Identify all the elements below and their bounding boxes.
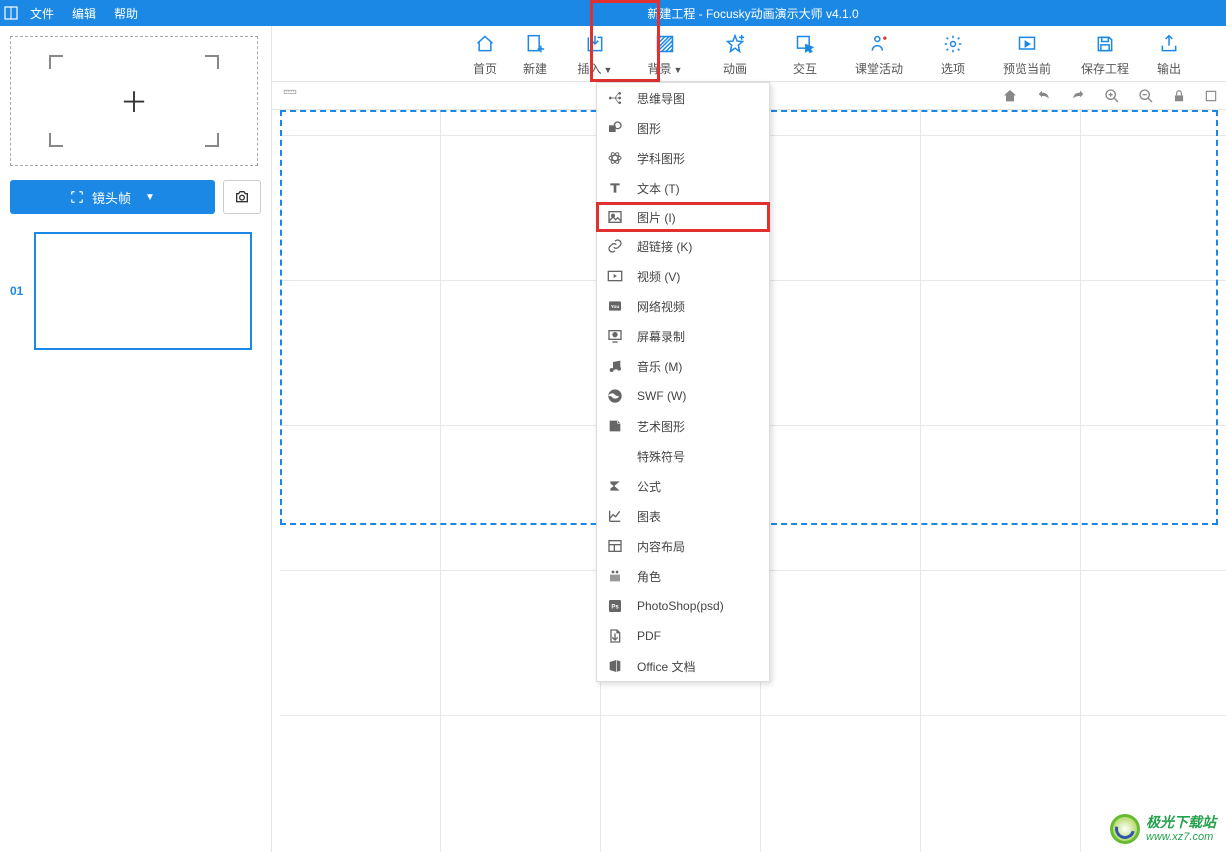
dropdown-image[interactable]: 图片 (I) <box>596 202 770 232</box>
ruler-icon[interactable] <box>280 86 300 106</box>
watermark-url: www.xz7.com <box>1146 831 1216 843</box>
zoom-in-icon[interactable] <box>1104 88 1120 104</box>
webvideo-icon: You <box>605 296 625 316</box>
canvas-home-icon[interactable] <box>1002 88 1018 104</box>
menu-edit[interactable]: 编辑 <box>64 5 104 22</box>
svg-text:You: You <box>611 304 620 309</box>
interact-icon <box>794 30 816 58</box>
pdf-icon <box>605 626 625 646</box>
watermark-title: 极光下载站 <box>1146 815 1216 830</box>
add-frame-area[interactable]: ＋ <box>10 36 258 166</box>
watermark-logo-icon <box>1110 814 1140 844</box>
preview-icon <box>1016 30 1038 58</box>
zoom-out-icon[interactable] <box>1138 88 1154 104</box>
slide-row: 01 <box>10 232 261 350</box>
save-icon <box>1094 30 1116 58</box>
background-icon <box>654 30 676 58</box>
dropdown-webvideo[interactable]: You网络视频 <box>597 291 769 321</box>
dropdown-link[interactable]: 超链接 (K) <box>597 231 769 261</box>
app-icon <box>0 0 22 26</box>
toolbar-background[interactable]: 背景▼ <box>630 26 700 82</box>
toolbar-export[interactable]: 输出 <box>1144 26 1194 82</box>
dropdown-mindmap[interactable]: 思维导图 <box>597 83 769 113</box>
camera-button[interactable] <box>223 180 261 214</box>
toolbar-classroom[interactable]: 课堂活动 <box>840 26 918 82</box>
insert-icon <box>584 30 606 58</box>
toolbar-save[interactable]: 保存工程 <box>1066 26 1144 82</box>
dropdown-music[interactable]: 音乐 (M) <box>597 351 769 381</box>
insert-dropdown: 思维导图 图形 学科图形 文本 (T) 图片 (I) 超链接 (K) 视频 (V… <box>596 82 770 682</box>
camera-icon <box>233 189 251 205</box>
office-icon <box>605 656 625 676</box>
lock-icon[interactable] <box>1172 88 1186 104</box>
frame-icon <box>70 190 84 204</box>
dropdown-symbol[interactable]: 特殊符号 <box>597 441 769 471</box>
symbol-icon <box>605 446 625 466</box>
new-icon <box>525 30 545 58</box>
overflow-icon[interactable] <box>1204 88 1218 104</box>
link-icon <box>605 236 625 256</box>
chart-icon <box>605 506 625 526</box>
dropdown-character[interactable]: 角色 <box>597 561 769 591</box>
dropdown-text[interactable]: 文本 (T) <box>597 173 769 203</box>
sidebar: ＋ 镜头帧 ▼ 01 <box>0 26 272 852</box>
image-icon <box>605 207 625 227</box>
text-icon <box>605 178 625 198</box>
dropdown-screenrec[interactable]: 屏幕录制 <box>597 321 769 351</box>
video-icon <box>605 266 625 286</box>
dropdown-shape[interactable]: 图形 <box>597 113 769 143</box>
menu-file[interactable]: 文件 <box>22 5 62 22</box>
subject-shape-icon <box>605 148 625 168</box>
toolbar-preview[interactable]: 预览当前 <box>988 26 1066 82</box>
artshape-icon <box>605 416 625 436</box>
dropdown-psd[interactable]: PsPhotoShop(psd) <box>597 591 769 621</box>
dropdown-video[interactable]: 视频 (V) <box>597 261 769 291</box>
menu-bar: 文件 编辑 帮助 <box>22 5 146 22</box>
classroom-icon <box>868 30 890 58</box>
options-icon <box>942 30 964 58</box>
screenrec-icon <box>605 326 625 346</box>
dropdown-artshape[interactable]: 艺术图形 <box>597 411 769 441</box>
chevron-down-icon: ▼ <box>145 192 155 203</box>
dropdown-pdf[interactable]: PDF <box>597 621 769 651</box>
swf-icon <box>605 386 625 406</box>
toolbar-insert[interactable]: 插入▼ <box>560 26 630 82</box>
music-icon <box>605 356 625 376</box>
mindmap-icon <box>605 88 625 108</box>
frame-button[interactable]: 镜头帧 ▼ <box>10 180 215 214</box>
layout-icon <box>605 536 625 556</box>
dropdown-swf[interactable]: SWF (W) <box>597 381 769 411</box>
toolbar-new[interactable]: 新建 <box>510 26 560 82</box>
menu-help[interactable]: 帮助 <box>106 5 146 22</box>
toolbar-animation[interactable]: 动画 <box>700 26 770 82</box>
psd-icon: Ps <box>605 596 625 616</box>
export-icon <box>1158 30 1180 58</box>
shape-icon <box>605 118 625 138</box>
home-icon <box>474 30 496 58</box>
formula-icon <box>605 476 625 496</box>
svg-text:Ps: Ps <box>611 605 619 611</box>
dropdown-formula[interactable]: 公式 <box>597 471 769 501</box>
dropdown-chart[interactable]: 图表 <box>597 501 769 531</box>
dropdown-office[interactable]: Office 文档 <box>597 651 769 681</box>
undo-icon[interactable] <box>1036 88 1052 104</box>
character-icon <box>605 566 625 586</box>
toolbar-interact[interactable]: 交互 <box>770 26 840 82</box>
slide-thumbnail[interactable] <box>34 232 252 350</box>
redo-icon[interactable] <box>1070 88 1086 104</box>
animation-icon <box>724 30 746 58</box>
dropdown-subject-shape[interactable]: 学科图形 <box>597 143 769 173</box>
watermark: 极光下载站 www.xz7.com <box>1110 814 1216 844</box>
window-title: 新建工程 - Focusky动画演示大师 v4.1.0 <box>367 5 858 22</box>
dropdown-layout[interactable]: 内容布局 <box>597 531 769 561</box>
toolbar-options[interactable]: 选项 <box>918 26 988 82</box>
toolbar-home[interactable]: 首页 <box>460 26 510 82</box>
slide-number: 01 <box>10 284 28 298</box>
title-bar: 文件 编辑 帮助 新建工程 - Focusky动画演示大师 v4.1.0 <box>0 0 1226 26</box>
